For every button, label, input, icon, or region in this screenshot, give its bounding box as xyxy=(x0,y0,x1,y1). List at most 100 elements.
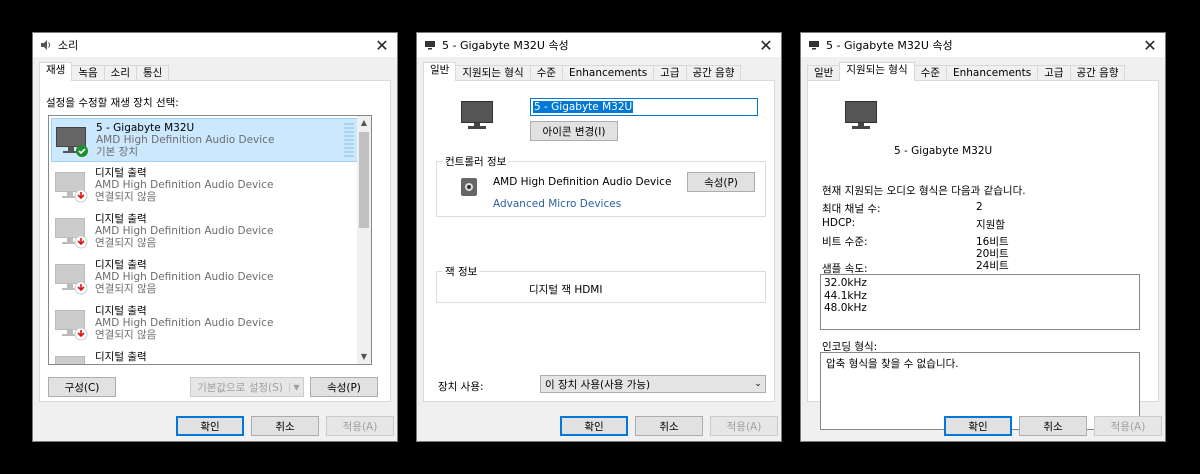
scroll-up-icon[interactable]: ▲ xyxy=(357,116,371,130)
tab-general[interactable]: 일반 xyxy=(423,62,457,81)
controller-vendor[interactable]: Advanced Micro Devices xyxy=(493,198,621,210)
jack-info-value: 디지털 잭 HDMI xyxy=(529,284,603,296)
apply-button[interactable]: 적용(A) xyxy=(710,416,778,436)
device-usage-label: 장치 사용: xyxy=(438,381,484,393)
monitor-icon xyxy=(51,348,95,364)
monitor-small-icon xyxy=(423,39,436,52)
bit-depth-label: 비트 수준: xyxy=(822,236,868,248)
tab-playback[interactable]: 재생 xyxy=(39,62,73,81)
general-panel: 5 - Gigabyte M32U 아이콘 변경(I) 컨트롤러 정보 AMD … xyxy=(423,80,775,402)
device-name: 디지털 출력 xyxy=(95,213,147,225)
tab-spatial-sound[interactable]: 공간 음향 xyxy=(685,65,742,81)
list-item[interactable]: 디지털 출력 AMD High Definition Audio Device … xyxy=(51,302,361,346)
current-formats-text: 현재 지원되는 오디오 형식은 다음과 같습니다. xyxy=(822,185,1026,197)
close-icon[interactable]: ✕ xyxy=(367,33,397,57)
title-bar: 5 - Gigabyte M32U 속성 ✕ xyxy=(801,33,1165,57)
jack-info-label: 잭 정보 xyxy=(443,264,480,279)
device-name: 5 - Gigabyte M32U xyxy=(96,122,195,134)
tab-supported-formats[interactable]: 지원되는 형식 xyxy=(455,65,531,81)
hdcp-label: HDCP: xyxy=(822,217,856,229)
hdcp-value: 지원함 xyxy=(976,219,1005,231)
max-channels-value: 2 xyxy=(976,201,983,213)
device-name: 디지털 출력 xyxy=(95,259,147,271)
sample-rate-list[interactable]: 32.0kHz 44.1kHz 48.0kHz xyxy=(820,274,1140,330)
ok-button[interactable]: 확인 xyxy=(944,416,1012,436)
window-title: 5 - Gigabyte M32U 속성 xyxy=(442,39,569,52)
chevron-down-icon[interactable]: ▼ xyxy=(289,382,303,392)
device-status: 기본 장치 xyxy=(96,146,138,158)
encoding-value: 압축 형식을 찾을 수 없습니다. xyxy=(826,358,959,370)
chevron-down-icon[interactable]: ⌄ xyxy=(751,379,765,389)
tab-advanced[interactable]: 고급 xyxy=(653,65,687,81)
properties-button[interactable]: 속성(P) xyxy=(310,377,378,397)
tab-supported-formats[interactable]: 지원되는 형식 xyxy=(839,62,915,81)
device-status: 연결되지 않음 xyxy=(95,283,157,295)
jack-info-group: 잭 정보 디지털 잭 HDMI xyxy=(436,264,766,303)
device-status: 연결되지 않음 xyxy=(95,237,157,249)
cancel-button[interactable]: 취소 xyxy=(635,416,703,436)
close-icon[interactable]: ✕ xyxy=(751,33,781,57)
list-item: 44.1kHz xyxy=(824,289,867,302)
monitor-icon xyxy=(842,95,882,138)
device-driver: AMD High Definition Audio Device xyxy=(95,225,274,237)
device-status: 연결되지 않음 xyxy=(95,191,157,203)
scroll-down-icon[interactable]: ▼ xyxy=(357,350,371,364)
tab-spatial-sound[interactable]: 공간 음향 xyxy=(1069,65,1126,81)
controller-properties-button[interactable]: 속성(P) xyxy=(687,172,755,192)
ok-button[interactable]: 확인 xyxy=(176,416,244,436)
tab-enhancements[interactable]: Enhancements xyxy=(561,65,655,81)
tab-strip: 일반 지원되는 형식 수준 Enhancements 고급 공간 음향 xyxy=(423,62,775,81)
cancel-button[interactable]: 취소 xyxy=(251,416,319,436)
device-driver: AMD High Definition Audio Device xyxy=(96,134,275,146)
scrollbar[interactable]: ▲ ▼ xyxy=(357,116,371,364)
device-name: 5 - Gigabyte M32U xyxy=(894,145,993,157)
configure-button[interactable]: 구성(C) xyxy=(48,377,116,397)
tab-levels[interactable]: 수준 xyxy=(529,65,563,81)
instruction-text: 설정을 수정할 재생 장치 선택: xyxy=(46,97,179,109)
properties-dialog-formats: 5 - Gigabyte M32U 속성 ✕ 일반 지원되는 형식 수준 Enh… xyxy=(800,32,1166,442)
tab-enhancements[interactable]: Enhancements xyxy=(945,65,1039,81)
title-bar: 소리 ✕ xyxy=(33,33,397,57)
device-status: 연결되지 않음 xyxy=(95,329,157,341)
monitor-icon xyxy=(51,302,95,346)
scroll-thumb[interactable] xyxy=(359,132,369,228)
chip-icon xyxy=(459,176,479,201)
formats-panel: 5 - Gigabyte M32U 현재 지원되는 오디오 형식은 다음과 같습… xyxy=(807,80,1159,430)
controller-info-group: 컨트롤러 정보 AMD High Definition Audio Device… xyxy=(436,154,766,217)
list-item[interactable]: 5 - Gigabyte M32U AMD High Definition Au… xyxy=(51,118,361,162)
properties-dialog-general: 5 - Gigabyte M32U 속성 ✕ 일반 지원되는 형식 수준 Enh… xyxy=(416,32,782,442)
ok-button[interactable]: 확인 xyxy=(560,416,628,436)
monitor-icon xyxy=(51,256,95,300)
device-usage-select[interactable]: 이 장치 사용(사용 가능) ⌄ xyxy=(540,375,766,393)
device-name-value: 5 - Gigabyte M32U xyxy=(533,101,634,113)
device-driver: AMD High Definition Audio Device xyxy=(95,317,274,329)
tab-advanced[interactable]: 고급 xyxy=(1037,65,1071,81)
window-title: 소리 xyxy=(58,39,79,52)
change-icon-button[interactable]: 아이콘 변경(I) xyxy=(530,121,618,141)
list-item[interactable]: 디지털 출력 xyxy=(51,348,361,364)
tab-communications[interactable]: 통신 xyxy=(135,65,170,81)
sound-dialog: 소리 ✕ 재생 녹음 소리 통신 설정을 수정할 재생 장치 선택: 5 - G… xyxy=(32,32,398,442)
set-default-button[interactable]: 기본값으로 설정(S) ▼ xyxy=(190,377,304,397)
tab-levels[interactable]: 수준 xyxy=(913,65,947,81)
apply-button[interactable]: 적용(A) xyxy=(326,416,394,436)
list-item[interactable]: 디지털 출력 AMD High Definition Audio Device … xyxy=(51,164,361,208)
monitor-icon xyxy=(458,95,498,138)
tab-general[interactable]: 일반 xyxy=(807,65,841,81)
apply-button[interactable]: 적용(A) xyxy=(1094,416,1162,436)
device-name: 디지털 출력 xyxy=(95,351,147,363)
tab-sounds[interactable]: 소리 xyxy=(103,65,137,81)
title-bar: 5 - Gigabyte M32U 속성 ✕ xyxy=(417,33,781,57)
tab-recording[interactable]: 녹음 xyxy=(71,65,105,81)
tab-strip: 재생 녹음 소리 통신 xyxy=(39,62,391,81)
controller-info-label: 컨트롤러 정보 xyxy=(443,154,509,169)
list-item: 48.0kHz xyxy=(824,302,867,314)
device-name-field[interactable]: 5 - Gigabyte M32U xyxy=(530,98,758,116)
list-item[interactable]: 디지털 출력 AMD High Definition Audio Device … xyxy=(51,256,361,300)
cancel-button[interactable]: 취소 xyxy=(1019,416,1087,436)
close-icon[interactable]: ✕ xyxy=(1135,33,1165,57)
device-list[interactable]: 5 - Gigabyte M32U AMD High Definition Au… xyxy=(48,115,372,365)
list-item: 32.0kHz xyxy=(824,277,867,289)
list-item[interactable]: 디지털 출력 AMD High Definition Audio Device … xyxy=(51,210,361,254)
speaker-icon xyxy=(39,39,52,52)
